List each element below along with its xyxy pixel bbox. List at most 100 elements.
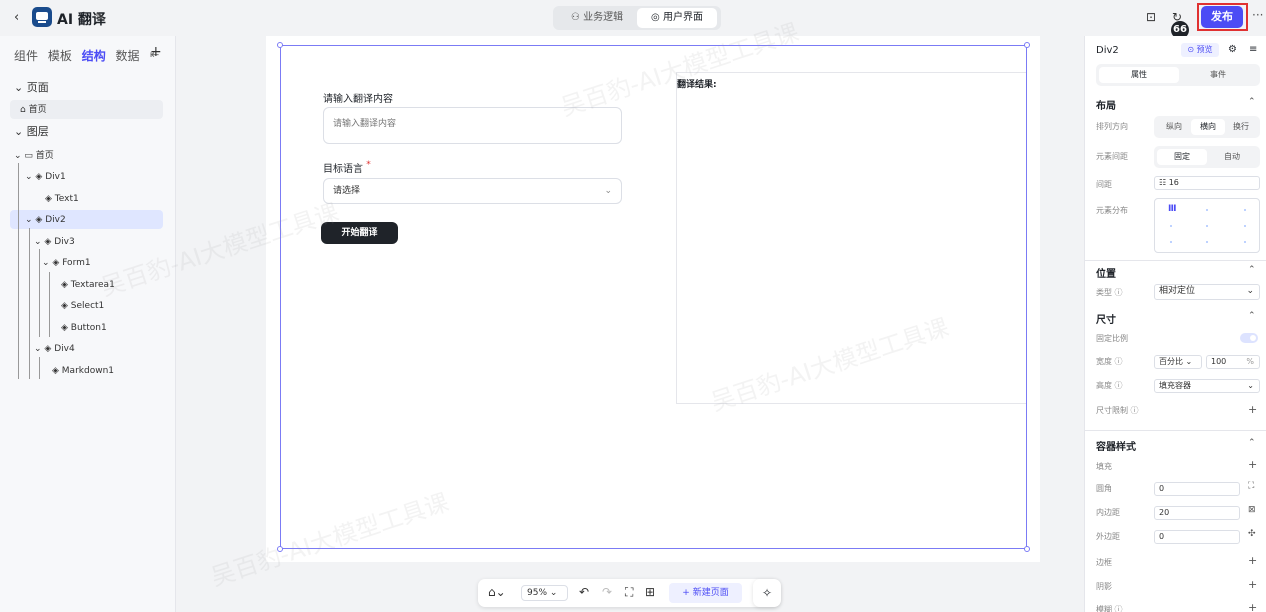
layout-title: 布局: [1096, 101, 1116, 112]
layers-header-label: 图层: [26, 125, 49, 138]
tab-business-logic[interactable]: ⚇ 业务逻辑: [557, 8, 637, 28]
width-value: 100: [1211, 357, 1227, 366]
tab-templates[interactable]: 模板: [48, 49, 72, 63]
add-border-icon[interactable]: +: [1248, 554, 1257, 567]
padding-input[interactable]: 20: [1154, 506, 1240, 520]
height-select[interactable]: 填充容器 ⌄: [1154, 379, 1260, 393]
align-dot: [1206, 209, 1208, 211]
tab-components[interactable]: 组件: [14, 49, 38, 63]
tree-item-div4[interactable]: ⌄ ◈ Div4: [34, 339, 75, 359]
tree-guide-line: [39, 249, 40, 337]
add-size-limit-icon[interactable]: +: [1248, 403, 1257, 416]
tree-item-form1[interactable]: ⌄ ◈ Form1: [42, 253, 91, 273]
logic-icon: ⚇: [570, 12, 584, 23]
gap-value: 16: [1168, 178, 1179, 187]
grid-icon[interactable]: ⊞: [645, 585, 655, 599]
resize-handle[interactable]: [1024, 42, 1030, 48]
padding-sides-icon[interactable]: ⊠: [1248, 505, 1256, 515]
spacing-auto[interactable]: 自动: [1207, 149, 1257, 165]
tab-data[interactable]: 数据: [116, 49, 140, 63]
tree-item-text1[interactable]: ◈ Text1: [45, 189, 79, 209]
chevron-up-icon[interactable]: ⌃: [1248, 311, 1256, 321]
chevron-up-icon[interactable]: ⌃: [1248, 438, 1256, 448]
tree-item-select1[interactable]: ◈ Select1: [61, 296, 104, 316]
chevron-down-icon: ⌄: [42, 258, 53, 268]
tree-item-markdown1[interactable]: ◈ Markdown1: [52, 361, 114, 381]
home-icon: ⌂: [20, 105, 29, 115]
blur-label-text: 模糊: [1096, 605, 1112, 612]
tree-item-label: Text1: [54, 194, 79, 204]
width-unit-select[interactable]: 百分比 ⌄: [1154, 355, 1202, 369]
size-title: 尺寸: [1096, 315, 1116, 326]
direction-vertical[interactable]: 纵向: [1157, 119, 1191, 135]
tab-business-logic-label: 业务逻辑: [583, 12, 624, 23]
chevron-down-icon: ⌄: [25, 172, 36, 182]
add-page-icon[interactable]: +: [150, 44, 162, 60]
tree-guide-line: [18, 163, 19, 379]
right-panel-content: 布局 ⌃ 排列方向 纵向 横向 换行 元素间距 固定 自动 间距 ☷ 16 元素…: [1084, 0, 1266, 612]
fit-screen-icon[interactable]: ⛶: [625, 585, 633, 600]
distribution-grid[interactable]: Ⅲ: [1154, 198, 1260, 253]
redo-icon[interactable]: ↷: [602, 585, 612, 599]
new-page-button[interactable]: + 新建页面: [669, 583, 742, 603]
chevron-down-icon: ⌄: [14, 125, 27, 138]
tab-user-interface[interactable]: ◎ 用户界面: [637, 8, 717, 28]
distribution-label: 元素分布: [1096, 206, 1128, 215]
align-dot: [1206, 241, 1208, 243]
spacing-mode-label: 元素间距: [1096, 152, 1128, 161]
direction-horizontal[interactable]: 横向: [1191, 119, 1225, 135]
resize-handle[interactable]: [1024, 546, 1030, 552]
layer-icon: ◈: [35, 172, 46, 182]
align-start-icon: Ⅲ: [1168, 204, 1177, 214]
resize-handle[interactable]: [277, 42, 283, 48]
add-fill-icon[interactable]: +: [1248, 458, 1257, 471]
layer-icon: ◈: [61, 280, 71, 290]
corner-icon[interactable]: ⛶: [1248, 481, 1254, 491]
add-blur-icon[interactable]: +: [1248, 601, 1257, 612]
tree-item-label: Markdown1: [61, 366, 114, 376]
undo-icon[interactable]: ↶: [579, 585, 589, 599]
position-title: 位置: [1096, 269, 1116, 280]
tree-item-label: Select1: [70, 301, 105, 311]
page-item-home[interactable]: ⌂ 首页: [20, 100, 47, 120]
tree-item-div2[interactable]: ⌄ ◈ Div2: [25, 210, 66, 230]
pointer-icon[interactable]: ⌂⌄: [488, 585, 506, 599]
chevron-up-icon[interactable]: ⌃: [1248, 97, 1256, 107]
zoom-value: 95%: [527, 588, 548, 598]
tree-item-div1[interactable]: ⌄ ◈ Div1: [25, 167, 66, 187]
shadow-label: 阴影: [1096, 582, 1112, 591]
zoom-select[interactable]: 95% ⌄: [521, 585, 568, 601]
radius-input[interactable]: 0: [1154, 482, 1240, 496]
chevron-down-icon: ⌄: [34, 344, 45, 354]
width-label-text: 宽度: [1096, 357, 1112, 366]
selection-frame[interactable]: [280, 45, 1027, 549]
layers-header[interactable]: ⌄ 图层: [14, 122, 49, 142]
height-label: 高度 ⓘ: [1096, 381, 1123, 390]
tree-item-textarea1[interactable]: ◈ Textarea1: [61, 275, 115, 295]
top-bar: ‹ AI 翻译 ✎ ⚇ 业务逻辑 ◎ 用户界面 ⊡ ↻ 66 发布 ···: [0, 0, 1266, 39]
spacing-fixed[interactable]: 固定: [1157, 149, 1207, 165]
gap-icon: ☷: [1159, 178, 1169, 187]
tab-structure[interactable]: 结构: [82, 49, 106, 63]
resize-handle[interactable]: [277, 546, 283, 552]
fixed-ratio-toggle[interactable]: [1240, 333, 1258, 343]
border-label: 边框: [1096, 558, 1112, 567]
add-shadow-icon[interactable]: +: [1248, 578, 1257, 591]
edit-icon[interactable]: ✎: [95, 10, 105, 24]
margin-input[interactable]: 0: [1154, 530, 1240, 544]
tree-item-label: Div4: [54, 344, 75, 354]
margin-sides-icon[interactable]: ✣: [1248, 529, 1256, 539]
blur-label: 模糊 ⓘ: [1096, 605, 1123, 612]
back-icon[interactable]: ‹: [14, 10, 19, 25]
tree-item-div3[interactable]: ⌄ ◈ Div3: [34, 232, 75, 252]
tree-item-button1[interactable]: ◈ Button1: [61, 318, 107, 338]
gap-input[interactable]: ☷ 16: [1154, 176, 1260, 190]
tree-item-home[interactable]: ⌄ ▭ 首页: [14, 146, 54, 166]
chevron-up-icon[interactable]: ⌃: [1248, 265, 1256, 275]
width-input[interactable]: 100%: [1206, 355, 1260, 369]
wrench-icon[interactable]: ✧: [753, 579, 781, 607]
direction-wrap[interactable]: 换行: [1225, 119, 1257, 135]
position-type-select[interactable]: 相对定位 ⌄: [1154, 284, 1260, 300]
tree-guide-line: [39, 357, 40, 379]
pages-header[interactable]: ⌄ 页面: [14, 78, 49, 98]
